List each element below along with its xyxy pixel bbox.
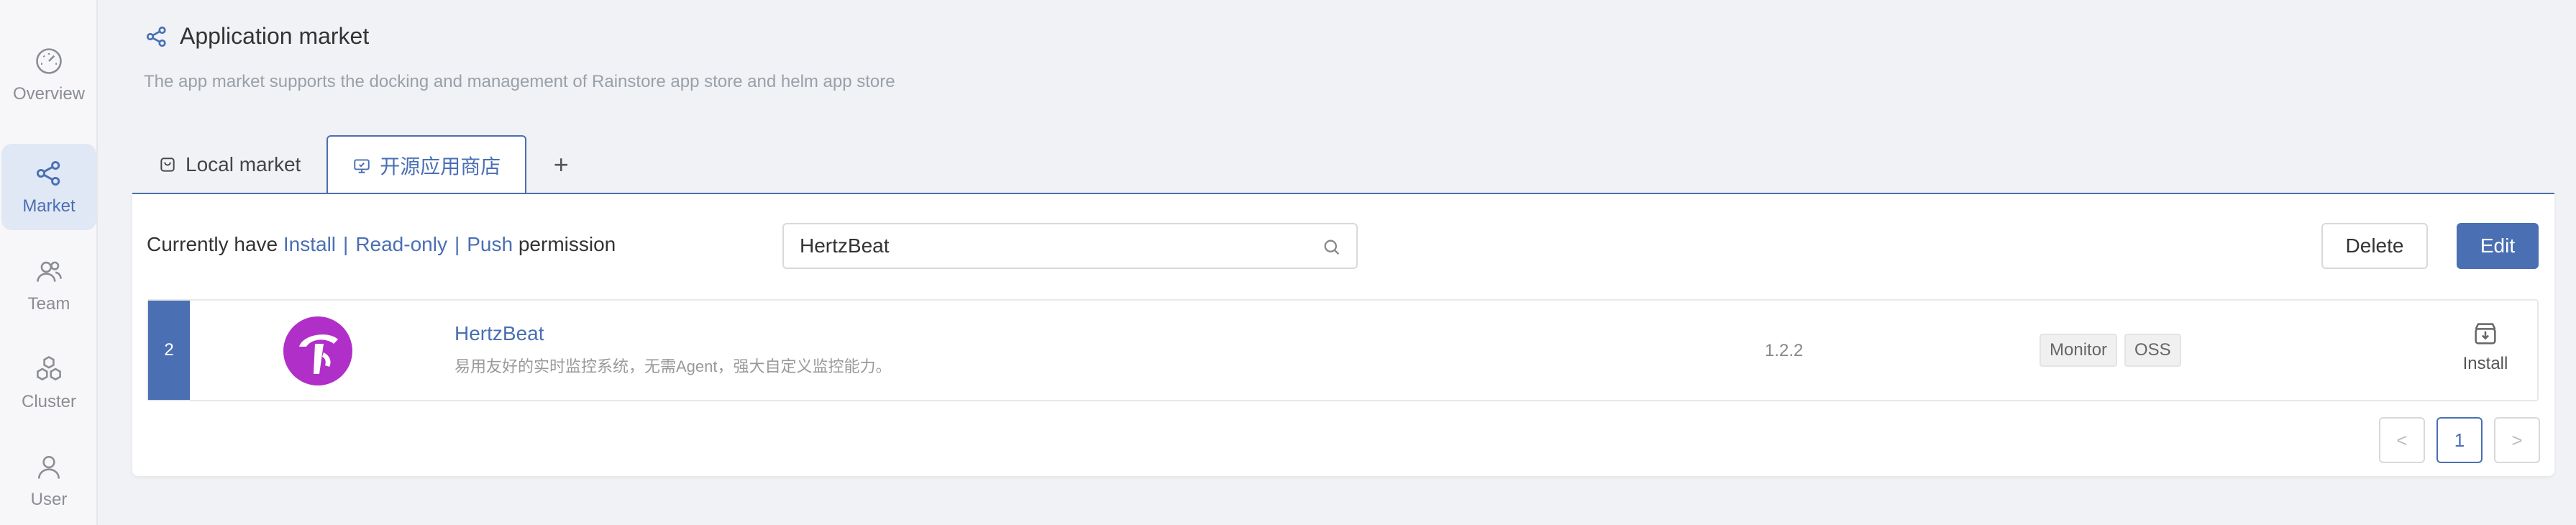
search-input[interactable] xyxy=(784,224,1356,268)
permission-separator: | xyxy=(343,233,349,255)
add-tab-button[interactable]: + xyxy=(526,135,595,193)
app-row: 2 HertzBeat 易用友好的实时监控系统，无需Agent，强大自定义监控能… xyxy=(147,299,2539,401)
bag-icon xyxy=(160,158,175,172)
search-box xyxy=(782,223,1358,269)
app-index: 2 xyxy=(148,301,190,400)
app-description: 易用友好的实时监控系统，无需Agent，强大自定义监控能力。 xyxy=(455,357,892,375)
plus-icon: + xyxy=(553,150,569,179)
sidebar-item-label: Overview xyxy=(12,84,86,104)
sidebar-item-market[interactable]: Market xyxy=(1,144,96,230)
install-button[interactable]: Install xyxy=(2449,319,2521,374)
sidebar: Overview Market Team Cluster User xyxy=(0,0,98,525)
user-icon xyxy=(37,455,60,479)
sidebar-item-team[interactable]: Team xyxy=(1,242,96,328)
market-tabs: Local market 开源应用商店 + xyxy=(132,135,595,194)
delete-button[interactable]: Delete xyxy=(2321,223,2428,269)
sidebar-item-cluster[interactable]: Cluster xyxy=(1,339,96,426)
sidebar-item-label: Team xyxy=(27,294,70,314)
permission-read-only: Read-only xyxy=(355,233,447,255)
permission-info: Currently have Install | Read-only | Push pe… xyxy=(147,233,616,256)
app-name[interactable]: HertzBeat xyxy=(455,322,544,345)
sidebar-item-overview[interactable]: Overview xyxy=(1,32,96,118)
install-label: Install xyxy=(2462,354,2508,373)
app-tag: OSS xyxy=(2124,334,2181,367)
permission-install: Install xyxy=(283,233,337,255)
search-icon[interactable] xyxy=(1322,237,1342,257)
sidebar-item-label: User xyxy=(30,490,68,509)
app-version: 1.2.2 xyxy=(1765,341,1804,360)
page-description: The app market supports the docking and … xyxy=(144,72,895,91)
pagination-next-button[interactable]: > xyxy=(2494,417,2540,463)
permission-separator: | xyxy=(454,233,460,255)
hertzbeat-logo-icon xyxy=(283,316,352,385)
gauge-icon xyxy=(36,48,62,74)
sidebar-item-user[interactable]: User xyxy=(1,437,96,524)
share-icon xyxy=(146,26,166,47)
page-header: Application market xyxy=(144,23,369,50)
share-icon xyxy=(36,160,60,186)
store-icon xyxy=(354,159,370,173)
market-panel: Currently have Install | Read-only | Push pe… xyxy=(132,193,2554,476)
tab-label: 开源应用商店 xyxy=(380,155,501,178)
permission-prefix: Currently have xyxy=(147,233,278,255)
sidebar-item-label: Cluster xyxy=(21,392,77,411)
sidebar-item-label: Market xyxy=(22,196,76,216)
edit-button[interactable]: Edit xyxy=(2457,223,2539,269)
tab-label: Local market xyxy=(186,153,301,175)
permission-suffix: permission xyxy=(518,233,616,255)
cluster-icon xyxy=(37,356,61,381)
app-tag: Monitor xyxy=(2040,334,2118,367)
permission-push: Push xyxy=(467,233,513,255)
tab-local-market[interactable]: Local market xyxy=(132,135,326,193)
page-title: Application market xyxy=(180,23,370,49)
tab-open-source-store[interactable]: 开源应用商店 xyxy=(326,135,527,194)
pagination-prev-button[interactable]: < xyxy=(2379,417,2425,463)
team-icon xyxy=(37,261,62,282)
pagination-page-1[interactable]: 1 xyxy=(2436,417,2483,463)
install-icon xyxy=(2475,323,2496,344)
